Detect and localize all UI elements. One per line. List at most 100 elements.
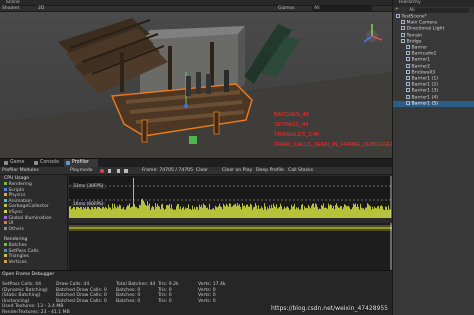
cpu-bar: [173, 209, 174, 218]
cpu-bar: [199, 204, 200, 218]
hierarchy-item[interactable]: Barrier1 (3): [393, 88, 474, 94]
call-stacks-toggle[interactable]: Call Stacks: [288, 167, 313, 175]
clear-button[interactable]: Clear: [196, 167, 208, 175]
hierarchy-item[interactable]: Barrier1 (5): [393, 100, 474, 107]
tab-console[interactable]: Console: [32, 159, 64, 167]
annotation-line-3: TRIANGLES_3.4K: [274, 132, 320, 138]
cpu-bar: [373, 208, 374, 218]
scene-3d-viewport[interactable]: BATCHES_48 SETPASS_44 TRIANGLES_3.4K DRA…: [0, 12, 392, 158]
tab-game[interactable]: Game: [2, 159, 32, 167]
cpu-bar: [300, 209, 301, 218]
cpu-bar: [354, 204, 355, 218]
current-frame-icon[interactable]: [124, 169, 128, 173]
cpu-bar: [348, 205, 349, 218]
cpu-bar: [120, 205, 121, 218]
playmode-dropdown[interactable]: Playmode: [70, 167, 93, 175]
cpu-usage-module[interactable]: CPU Usage: [0, 176, 68, 182]
cpu-bar: [345, 204, 346, 218]
cpu-bar: [389, 209, 390, 218]
cpu-bar: [125, 209, 126, 218]
hierarchy-item-label: Barrier2: [411, 64, 431, 70]
cpu-bar: [96, 208, 97, 218]
cpu-bar: [75, 209, 76, 218]
cpu-bar: [310, 208, 311, 218]
hierarchy-item[interactable]: Terrain: [393, 32, 474, 39]
hierarchy-item[interactable]: Directional Light: [393, 26, 474, 32]
hierarchy-item[interactable]: Barricade1: [393, 51, 474, 57]
hierarchy-item[interactable]: Bridge: [393, 38, 474, 45]
hierarchy-item[interactable]: Main Camera: [393, 20, 474, 26]
cpu-bar: [147, 201, 148, 218]
deep-profile-toggle[interactable]: Deep Profile: [256, 167, 284, 175]
record-icon[interactable]: [100, 169, 104, 173]
cpu-bar: [169, 203, 170, 218]
cpu-bar: [326, 207, 327, 218]
cpu-bar: [109, 207, 110, 218]
cpu-bar: [276, 204, 277, 218]
cpu-bar: [371, 209, 372, 218]
cpu-bar: [357, 203, 358, 218]
profiler-icon: [66, 161, 70, 165]
cpu-bar: [355, 203, 356, 218]
hierarchy-item[interactable]: Barrier1 (4): [393, 94, 474, 101]
cpu-bar: [247, 204, 248, 218]
rendering-graph[interactable]: [69, 223, 392, 271]
hierarchy-item[interactable]: Barrier2: [393, 63, 474, 70]
gameobject-icon: [406, 69, 410, 74]
cpu-bar: [89, 208, 90, 218]
gameobject-icon: [401, 20, 405, 25]
profiler-window: Game Console Profiler Profiler Modules P…: [0, 158, 392, 271]
cpu-bar: [154, 209, 155, 218]
scene-search-input[interactable]: All: [312, 6, 372, 11]
hierarchy-item[interactable]: Barrier: [393, 45, 474, 51]
clear-on-play-toggle[interactable]: Clear on Play: [222, 167, 252, 175]
step-back-icon[interactable]: [108, 169, 112, 173]
cpu-bar: [151, 207, 152, 218]
cpu-usage-graph[interactable]: [69, 176, 392, 218]
tab-profiler[interactable]: Profiler: [64, 159, 98, 167]
cpu-bar: [72, 208, 73, 218]
hierarchy-item[interactable]: TestScene*: [393, 14, 474, 20]
cpu-bar: [117, 205, 118, 218]
cpu-bar: [159, 206, 160, 218]
scene-view[interactable]: Scene Shaded 2D Gizmos All BATCHES_48 SE…: [0, 0, 392, 158]
cpu-bar: [287, 206, 288, 218]
cpu-bar: [383, 209, 384, 218]
legend-item[interactable]: Others: [0, 226, 68, 233]
cpu-bar: [388, 205, 389, 218]
hierarchy-search-input[interactable]: All: [407, 7, 469, 13]
hierarchy-item[interactable]: Brickwall3: [393, 69, 474, 76]
cpu-bar: [131, 206, 132, 218]
cpu-bar: [273, 203, 274, 218]
cpu-bar: [221, 207, 222, 218]
cpu-bar: [328, 203, 329, 218]
legend-item[interactable]: Vertices: [0, 259, 68, 266]
cpu-bar: [356, 206, 357, 218]
rendering-module[interactable]: Rendering: [0, 237, 68, 243]
gameobject-icon: [401, 26, 405, 31]
cpu-bar: [359, 209, 360, 218]
cpu-bar: [136, 206, 137, 218]
hierarchy-item[interactable]: Barrier1 (1): [393, 76, 474, 82]
legend-label: Vertices: [8, 259, 27, 265]
cpu-bar: [201, 204, 202, 218]
hierarchy-item[interactable]: Barrier1: [393, 57, 474, 63]
cpu-bar: [178, 204, 179, 218]
step-forward-icon[interactable]: [116, 169, 120, 173]
hierarchy-item-label: TestScene*: [401, 14, 427, 20]
cpu-bar: [142, 198, 143, 218]
cpu-bar: [88, 206, 89, 218]
cpu-bar: [306, 207, 307, 218]
hierarchy-tab[interactable]: Hierarchy: [399, 0, 421, 6]
cpu-bar: [234, 204, 235, 218]
create-plus-icon[interactable]: +: [395, 7, 399, 13]
cpu-bar: [116, 208, 117, 218]
open-frame-debugger-button[interactable]: Open Frame Debugger: [2, 272, 54, 277]
hierarchy-item-label: Directional Light: [406, 26, 445, 32]
hierarchy-item[interactable]: Barrier1 (2): [393, 82, 474, 88]
cpu-bar: [347, 206, 348, 218]
profiler-modules-dropdown[interactable]: Profiler Modules: [2, 167, 39, 175]
cpu-bar: [205, 205, 206, 218]
cpu-bar: [293, 206, 294, 218]
cpu-bar: [336, 203, 337, 218]
